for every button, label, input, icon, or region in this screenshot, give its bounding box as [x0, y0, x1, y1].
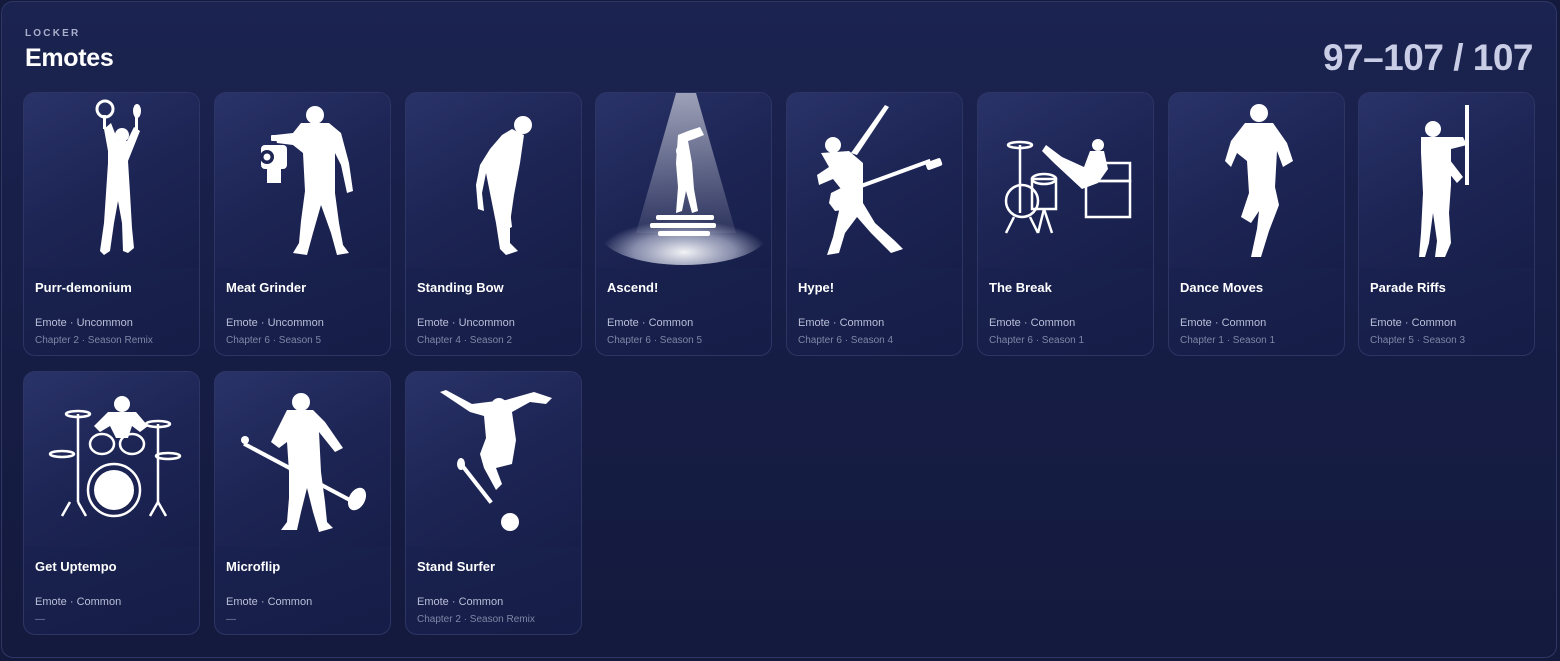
emote-season: Chapter 5 · Season 3: [1370, 335, 1466, 346]
emote-season: Chapter 6 · Season 5: [226, 335, 322, 346]
dancing-figure-icon: [1225, 104, 1293, 257]
emote-meta: Emote · Common: [1370, 317, 1457, 329]
emote-art: [1359, 93, 1534, 268]
emote-meta: Emote · Common: [607, 317, 694, 329]
emote-name: Parade Riffs: [1370, 280, 1446, 295]
emote-art: [787, 93, 962, 268]
emote-name: Hype!: [798, 280, 835, 295]
emote-card-the-break[interactable]: The Break Emote · Common Chapter 6 · Sea…: [977, 92, 1154, 356]
spotlight-figure-icon: [600, 93, 768, 265]
emote-meta: Emote · Uncommon: [226, 317, 324, 329]
emote-name: The Break: [989, 280, 1052, 295]
emote-meta: Emote · Common: [798, 317, 885, 329]
emote-card-purr-demonium[interactable]: Purr-demonium Emote · Uncommon Chapter 2…: [23, 92, 200, 356]
mic-stand-surfer-icon: [440, 390, 552, 531]
emote-meta: Emote · Uncommon: [35, 317, 133, 329]
emote-season: —: [35, 614, 45, 625]
emote-card-hype[interactable]: Hype! Emote · Common Chapter 6 · Season …: [786, 92, 963, 356]
emote-name: Dance Moves: [1180, 280, 1264, 295]
emote-card-standing-bow[interactable]: Standing Bow Emote · Uncommon Chapter 4 …: [405, 92, 582, 356]
item-counter: 97–107 / 107: [1322, 37, 1534, 78]
emote-name: Microflip: [226, 559, 281, 574]
emote-season: Chapter 2 · Season Remix: [35, 335, 153, 346]
emote-name: Meat Grinder: [226, 280, 307, 295]
drum-kit-icon: [1004, 139, 1132, 234]
drummer-icon: [48, 396, 182, 518]
emote-art: [406, 93, 581, 268]
emote-name: Ascend!: [607, 280, 659, 295]
emote-meta: Emote · Uncommon: [417, 317, 515, 329]
emote-season: Chapter 4 · Season 2: [417, 335, 513, 346]
emote-card-meat-grinder[interactable]: Meat Grinder Emote · Uncommon Chapter 6 …: [214, 92, 391, 356]
emote-meta: Emote · Common: [1180, 317, 1267, 329]
emote-art: [215, 93, 390, 268]
parade-figure-icon: [1419, 105, 1469, 257]
emote-season: —: [226, 614, 236, 625]
emote-name: Purr-demonium: [35, 280, 132, 295]
dancer-with-props-icon: [95, 99, 141, 255]
emote-meta: Emote · Common: [417, 596, 504, 608]
emote-art: [215, 372, 390, 547]
emote-season: Chapter 6 · Season 5: [607, 335, 703, 346]
mic-stand-icon: [241, 393, 367, 532]
emote-name: Standing Bow: [417, 280, 504, 295]
bass-guitar-icon: [817, 105, 943, 255]
emote-season: Chapter 6 · Season 1: [989, 335, 1085, 346]
emote-meta: Emote · Common: [35, 596, 122, 608]
emote-season: Chapter 2 · Season Remix: [417, 614, 535, 625]
section-eyebrow: LOCKER: [25, 28, 81, 39]
emote-season: Chapter 6 · Season 4: [798, 335, 894, 346]
emote-meta: Emote · Common: [226, 596, 313, 608]
page-title: Emotes: [25, 44, 114, 72]
emote-card-get-uptempo[interactable]: Get Uptempo Emote · Common —: [23, 371, 200, 635]
emote-card-dance-moves[interactable]: Dance Moves Emote · Common Chapter 1 · S…: [1168, 92, 1345, 356]
emote-art: [24, 93, 199, 268]
emote-season: Chapter 1 · Season 1: [1180, 335, 1276, 346]
emote-name: Stand Surfer: [417, 559, 496, 574]
meat-grinder-icon: [260, 106, 353, 255]
emote-card-stand-surfer[interactable]: Stand Surfer Emote · Common Chapter 2 · …: [405, 371, 582, 635]
emote-meta: Emote · Common: [989, 317, 1076, 329]
emote-art: [596, 93, 771, 268]
emote-card-microflip[interactable]: Microflip Emote · Common —: [214, 371, 391, 635]
emote-art: [1169, 93, 1344, 268]
emote-card-parade-riffs[interactable]: Parade Riffs Emote · Common Chapter 5 · …: [1358, 92, 1535, 356]
emote-name: Get Uptempo: [35, 559, 117, 574]
emote-art: [24, 372, 199, 547]
bowing-figure-icon: [476, 116, 532, 255]
emote-art: [406, 372, 581, 547]
emote-art: [978, 93, 1153, 268]
emote-card-ascend[interactable]: Ascend! Emote · Common Chapter 6 · Seaso…: [595, 92, 772, 356]
